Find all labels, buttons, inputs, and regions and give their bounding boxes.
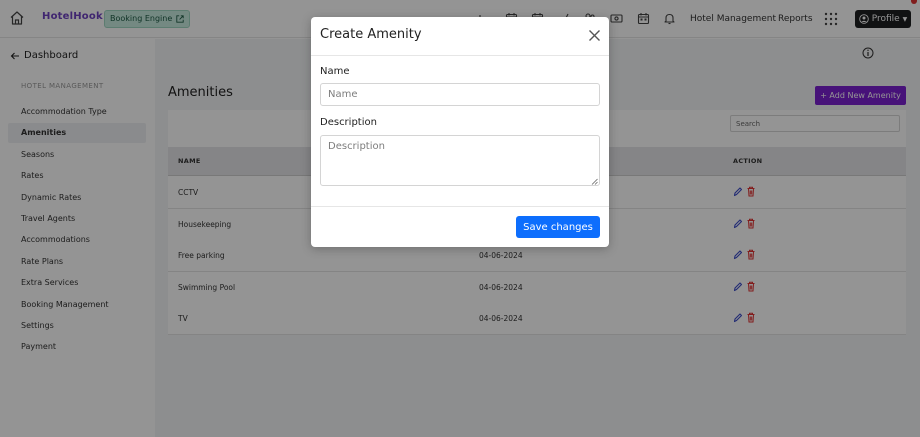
close-icon[interactable] xyxy=(588,29,601,42)
description-label: Description xyxy=(320,117,377,128)
resize-grip-icon[interactable] xyxy=(591,178,598,185)
create-amenity-modal: Create Amenity Name Description Save cha… xyxy=(311,17,609,247)
modal-footer-divider xyxy=(311,206,609,207)
description-textarea[interactable] xyxy=(320,135,600,186)
modal-header-divider xyxy=(311,55,609,56)
name-label: Name xyxy=(320,66,350,77)
name-input[interactable] xyxy=(320,83,600,106)
modal-title: Create Amenity xyxy=(320,27,422,42)
save-changes-button[interactable]: Save changes xyxy=(516,216,600,238)
